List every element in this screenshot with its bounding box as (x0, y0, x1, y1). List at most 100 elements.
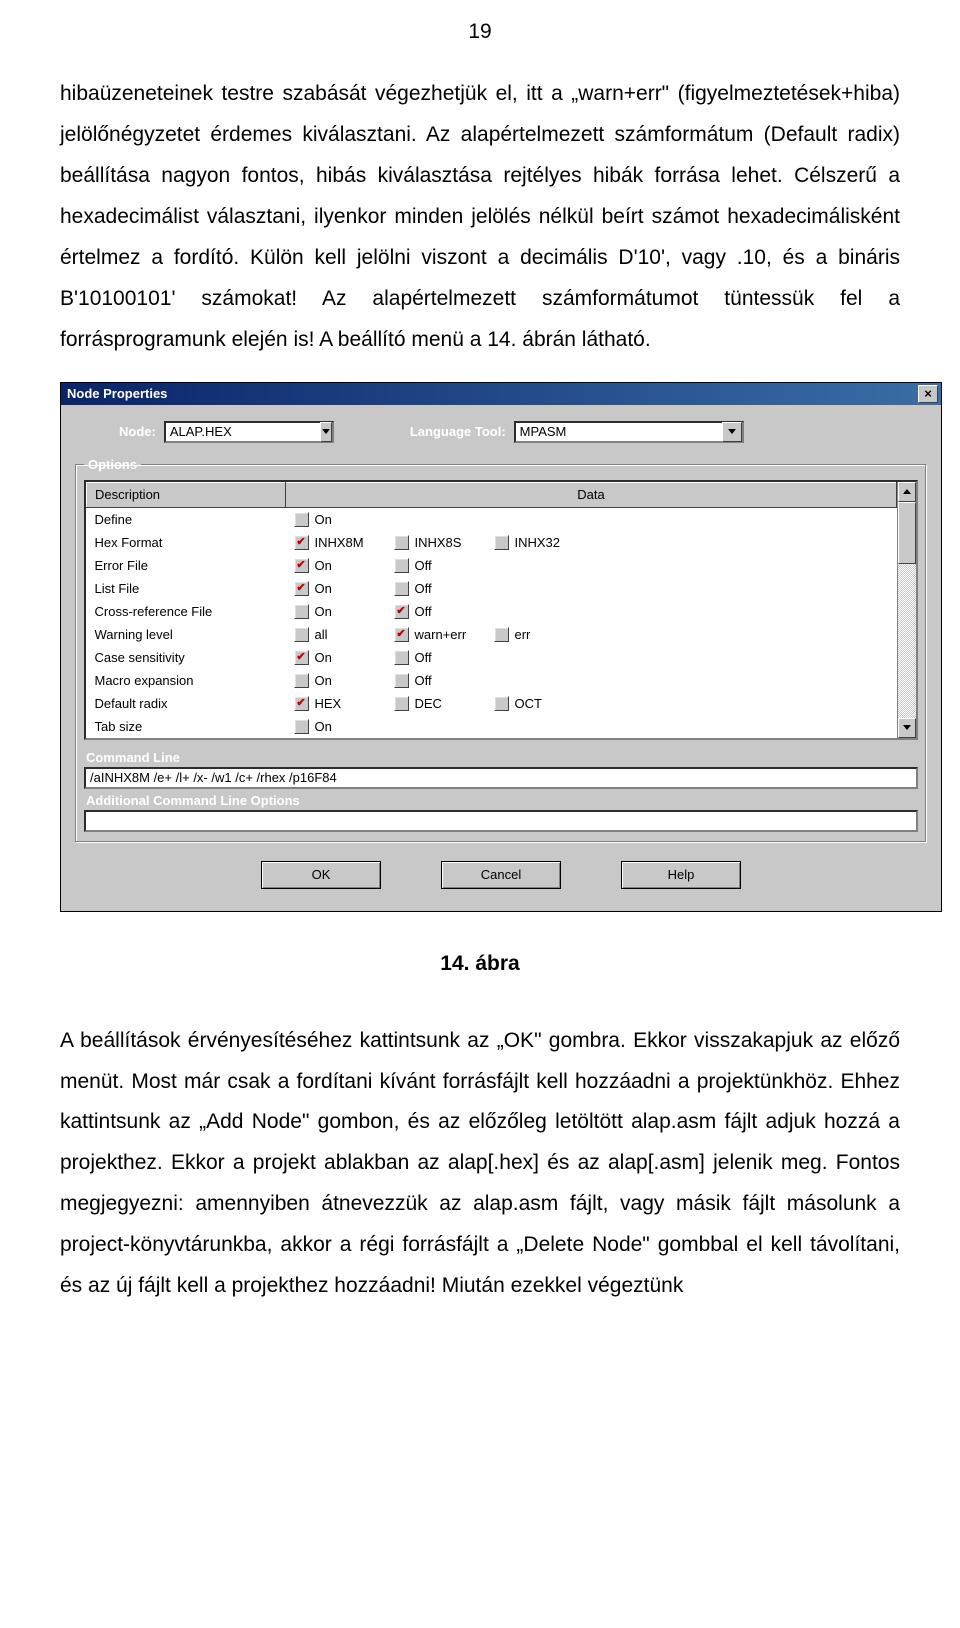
checkbox-icon[interactable] (294, 673, 309, 688)
option-item[interactable]: On (294, 581, 390, 596)
option-item[interactable]: On (294, 719, 390, 734)
ok-button[interactable]: OK (261, 861, 381, 889)
node-label: Node: (119, 424, 156, 439)
chevron-down-icon[interactable] (320, 422, 332, 442)
options-table-wrap: Description Data DefineOnHex FormatINHX8… (84, 480, 918, 740)
checkbox-icon[interactable] (394, 627, 409, 642)
checkbox-icon[interactable] (294, 650, 309, 665)
option-label: On (315, 673, 332, 688)
checkbox-icon[interactable] (294, 696, 309, 711)
node-input[interactable] (166, 423, 320, 441)
option-item[interactable]: Off (394, 650, 490, 665)
paragraph-1: hibaüzeneteinek testre szabását végezhet… (60, 74, 900, 361)
checkbox-icon[interactable] (394, 535, 409, 550)
option-description: Cross-reference File (87, 600, 286, 623)
option-item[interactable]: err (494, 627, 590, 642)
option-label: On (315, 650, 332, 665)
option-data-cell: On (286, 507, 897, 531)
options-group: Options Description Data DefineOnHex For… (75, 457, 927, 843)
scroll-down-icon[interactable] (898, 718, 916, 738)
scroll-track[interactable] (898, 564, 916, 718)
option-data-cell: all warn+err err (286, 623, 897, 646)
checkbox-icon[interactable] (394, 696, 409, 711)
option-description: Error File (87, 554, 286, 577)
col-data[interactable]: Data (286, 482, 897, 507)
checkbox-icon[interactable] (294, 512, 309, 527)
option-item[interactable]: INHX8M (294, 535, 390, 550)
table-row: Case sensitivity On Off (87, 646, 897, 669)
option-label: Off (415, 581, 432, 596)
table-row: Macro expansion On Off (87, 669, 897, 692)
option-label: On (315, 581, 332, 596)
option-item[interactable]: On (294, 673, 390, 688)
option-item[interactable]: On (294, 650, 390, 665)
option-label: DEC (415, 696, 442, 711)
button-row: OK Cancel Help (75, 843, 927, 897)
scroll-up-icon[interactable] (898, 482, 916, 502)
option-item[interactable]: Off (394, 604, 490, 619)
col-description[interactable]: Description (87, 482, 286, 507)
option-label: Off (415, 673, 432, 688)
help-button[interactable]: Help (621, 861, 741, 889)
option-item[interactable]: warn+err (394, 627, 490, 642)
option-item[interactable]: On (294, 558, 390, 573)
checkbox-icon[interactable] (294, 535, 309, 550)
checkbox-icon[interactable] (494, 535, 509, 550)
option-item[interactable]: all (294, 627, 390, 642)
option-label: INHX8S (415, 535, 462, 550)
titlebar: Node Properties × (61, 383, 941, 405)
cancel-button[interactable]: Cancel (441, 861, 561, 889)
paragraph-2: A beállítások érvényesítéséhez kattintsu… (60, 1021, 900, 1308)
option-label: Off (415, 650, 432, 665)
checkbox-icon[interactable] (394, 581, 409, 596)
scrollbar[interactable] (897, 482, 916, 738)
option-label: HEX (315, 696, 342, 711)
option-label: Off (415, 558, 432, 573)
option-data-cell: On Off (286, 669, 897, 692)
checkbox-icon[interactable] (394, 604, 409, 619)
scroll-thumb[interactable] (898, 502, 916, 564)
table-row: Cross-reference File On Off (87, 600, 897, 623)
option-description: Case sensitivity (87, 646, 286, 669)
additional-options-input[interactable] (84, 810, 918, 832)
table-row: List File On Off (87, 577, 897, 600)
option-item[interactable]: HEX (294, 696, 390, 711)
option-item[interactable]: INHX32 (494, 535, 590, 550)
chevron-down-icon[interactable] (722, 422, 741, 442)
language-tool-label: Language Tool: (410, 424, 506, 439)
option-item[interactable]: Off (394, 673, 490, 688)
option-description: Tab size (87, 715, 286, 738)
option-description: List File (87, 577, 286, 600)
checkbox-icon[interactable] (294, 627, 309, 642)
option-description: Hex Format (87, 531, 286, 554)
option-item[interactable]: DEC (394, 696, 490, 711)
checkbox-icon[interactable] (394, 558, 409, 573)
language-tool-input[interactable] (516, 423, 723, 441)
command-line-input[interactable] (84, 767, 918, 789)
top-row: Node: Language Tool: (75, 417, 927, 457)
checkbox-icon[interactable] (294, 581, 309, 596)
checkbox-icon[interactable] (294, 604, 309, 619)
checkbox-icon[interactable] (394, 673, 409, 688)
option-item[interactable]: OCT (494, 696, 590, 711)
option-item[interactable]: Off (394, 558, 490, 573)
option-item[interactable]: Off (394, 581, 490, 596)
checkbox-icon[interactable] (294, 558, 309, 573)
checkbox-icon[interactable] (494, 627, 509, 642)
checkbox-icon[interactable] (394, 650, 409, 665)
option-item[interactable]: On (294, 604, 390, 619)
table-row: Tab size On (87, 715, 897, 738)
option-label: On (315, 558, 332, 573)
option-description: Macro expansion (87, 669, 286, 692)
option-item[interactable]: INHX8S (394, 535, 490, 550)
option-label: On (315, 604, 332, 619)
option-item[interactable]: On (294, 512, 390, 527)
checkbox-icon[interactable] (494, 696, 509, 711)
option-label: OCT (515, 696, 542, 711)
figure-caption: 14. ábra (60, 952, 900, 976)
table-row: Default radixHEXDECOCT (87, 692, 897, 715)
close-button[interactable]: × (918, 385, 938, 403)
language-tool-combo[interactable] (514, 421, 744, 443)
checkbox-icon[interactable] (294, 719, 309, 734)
node-combo[interactable] (164, 421, 334, 443)
